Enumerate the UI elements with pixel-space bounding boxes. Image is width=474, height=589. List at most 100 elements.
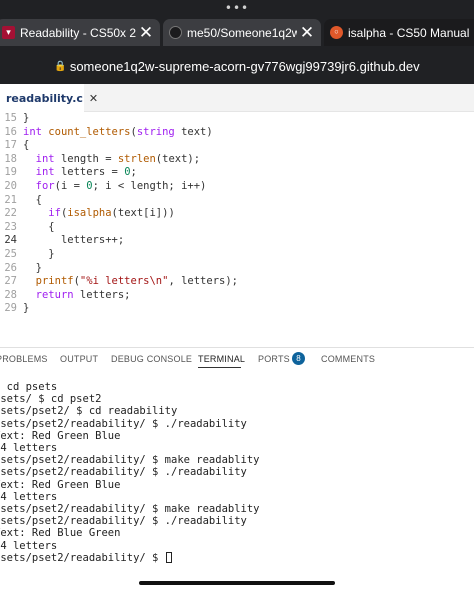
code-segment: }: [48, 248, 55, 260]
tab-terminal[interactable]: TERMINAL: [198, 354, 245, 364]
code-segment: count_letters: [48, 125, 131, 138]
code-line: 20 for(i = 0; i < length; i++): [0, 180, 474, 194]
editor-tab-readability-c[interactable]: readability.c ✕: [0, 84, 98, 112]
code-text: int length = strlen(text);: [23, 153, 200, 167]
code-line: 16 int count_letters(string text): [0, 126, 474, 140]
code-segment: isalpha: [67, 207, 112, 220]
tab-debug-console[interactable]: DEBUG CONSOLE: [111, 354, 192, 364]
code-text: {: [23, 220, 55, 235]
terminal-line: Text: Red Blue Green: [0, 527, 121, 540]
code-text: }: [23, 302, 29, 316]
line-number: 29: [4, 302, 17, 315]
code-line: 17 {: [0, 139, 474, 153]
code-segment: {: [23, 139, 30, 152]
terminal-line: $ cd psets: [0, 381, 58, 393]
close-icon[interactable]: ✕: [138, 24, 154, 41]
terminal-prompt: psets/pset2/readability/ $: [0, 551, 165, 564]
code-segment: int: [35, 166, 55, 179]
code-text: {: [23, 194, 42, 208]
code-segment: {: [48, 220, 55, 233]
active-tab-underline: [198, 367, 241, 368]
code-segment: (text[i])): [111, 207, 175, 220]
code-segment: string: [136, 125, 175, 138]
terminal-cursor[interactable]: [165, 551, 172, 563]
code-line: 15}: [0, 112, 474, 126]
line-number: 20: [4, 180, 17, 192]
code-segment: }: [23, 302, 30, 315]
code-line: 22 if(isalpha(text[i])): [0, 207, 474, 221]
code-line: 27 printf("%i letters\n", letters);: [0, 275, 474, 289]
terminal-line: psets/pset2/readability/ $ make readabli…: [0, 454, 260, 467]
code-editor[interactable]: 15} 16 int count_letters(string text) 17 {…: [0, 112, 474, 347]
browser-tab-me50[interactable]: me50/Someone1q2w ✕: [163, 19, 321, 46]
code-segment: ;: [130, 166, 137, 179]
home-indicator[interactable]: [139, 581, 335, 585]
editor-tab-label: readability.c: [6, 91, 83, 105]
tab-problems[interactable]: PROBLEMS: [0, 354, 48, 364]
line-number: 28: [4, 288, 17, 301]
terminal-line: psets/pset2/readability/ $ ./readability: [0, 417, 247, 430]
browser-tab-isalpha[interactable]: ◦ isalpha - CS50 Manual: [324, 19, 474, 46]
code-line: 23 {: [0, 221, 474, 235]
code-line: 26 }: [0, 262, 474, 276]
url-text[interactable]: someone1q2w-supreme-acorn-gv776wgj99739j…: [70, 59, 420, 74]
line-number: 21: [4, 193, 17, 206]
browser-tab-readability[interactable]: ▾ Readability - CS50x 20 ✕: [0, 19, 160, 46]
tab-title: me50/Someone1q2w: [187, 25, 297, 40]
code-line: 28 return letters;: [0, 289, 474, 303]
tab-title: isalpha - CS50 Manual: [348, 25, 470, 40]
address-bar[interactable]: 🔒 someone1q2w-supreme-acorn-gv776wgj9973…: [6, 54, 468, 78]
github-icon: [169, 26, 182, 39]
code-text: printf("%i letters\n", letters);: [23, 275, 238, 289]
code-segment: for: [35, 180, 55, 192]
code-line: 19 int letters = 0;: [0, 166, 474, 180]
code-segment: printf: [35, 275, 74, 288]
line-number: 23: [4, 220, 17, 233]
terminal-prompt-line: psets/pset2/readability/ $: [0, 551, 172, 564]
code-segment: return: [35, 288, 74, 301]
code-segment: ; i < length; i++): [92, 180, 207, 192]
terminal-line: 14 letters: [0, 539, 58, 552]
terminal-line: psets/pset2/ $ cd readability: [0, 405, 178, 418]
line-number: 17: [4, 139, 17, 152]
code-segment: "%i letters\n": [79, 275, 169, 288]
code-segment: , letters);: [168, 275, 238, 288]
terminal-line: psets/pset2/readability/ $ ./readability: [0, 466, 247, 479]
terminal-line: psets/ $ cd pset2: [0, 393, 102, 406]
terminal-line: psets/pset2/readability/ $ make readabli…: [0, 503, 260, 515]
editor-tab-strip: readability.c ✕: [0, 84, 474, 112]
line-number: 26: [4, 261, 17, 274]
code-segment: letters++;: [60, 234, 125, 247]
code-segment: strlen: [117, 152, 156, 165]
tab-comments[interactable]: COMMENTS: [321, 354, 375, 364]
panel-divider[interactable]: [0, 347, 474, 348]
tab-title: Readability - CS50x 20: [20, 25, 136, 40]
line-number: 15: [4, 112, 17, 124]
lock-icon: 🔒: [54, 60, 67, 72]
line-number: 27: [4, 275, 17, 288]
code-text: {: [23, 139, 29, 153]
code-text: letters++;: [23, 234, 124, 248]
code-segment: }: [23, 112, 30, 124]
browser-chrome: ••• ▾ Readability - CS50x 20 ✕ me50/Some…: [0, 0, 474, 84]
code-segment: int: [23, 125, 42, 138]
code-line: 29}: [0, 302, 474, 316]
code-line-current: 24 letters++;: [0, 234, 474, 248]
menu-dots[interactable]: •••: [0, 2, 474, 14]
ports-count-badge: 8: [292, 352, 305, 365]
tab-output[interactable]: OUTPUT: [60, 354, 98, 364]
terminal-line: psets/pset2/readability/ $ ./readability: [0, 515, 247, 528]
cs50-manual-icon: ◦: [330, 26, 343, 39]
tab-ports[interactable]: PORTS: [258, 354, 290, 364]
code-segment: int: [35, 152, 55, 165]
close-icon[interactable]: ✕: [89, 92, 98, 105]
code-segment: if: [48, 207, 61, 220]
code-text: if(isalpha(text[i])): [23, 207, 175, 221]
code-segment: (text);: [155, 152, 201, 165]
terminal-line: Text: Red Green Blue: [0, 429, 121, 442]
line-number: 19: [4, 166, 17, 179]
code-text: for(i = 0; i < length; i++): [23, 180, 207, 194]
code-line: 18 int length = strlen(text);: [0, 153, 474, 167]
code-segment: }: [35, 261, 42, 274]
close-icon[interactable]: ✕: [299, 24, 315, 41]
